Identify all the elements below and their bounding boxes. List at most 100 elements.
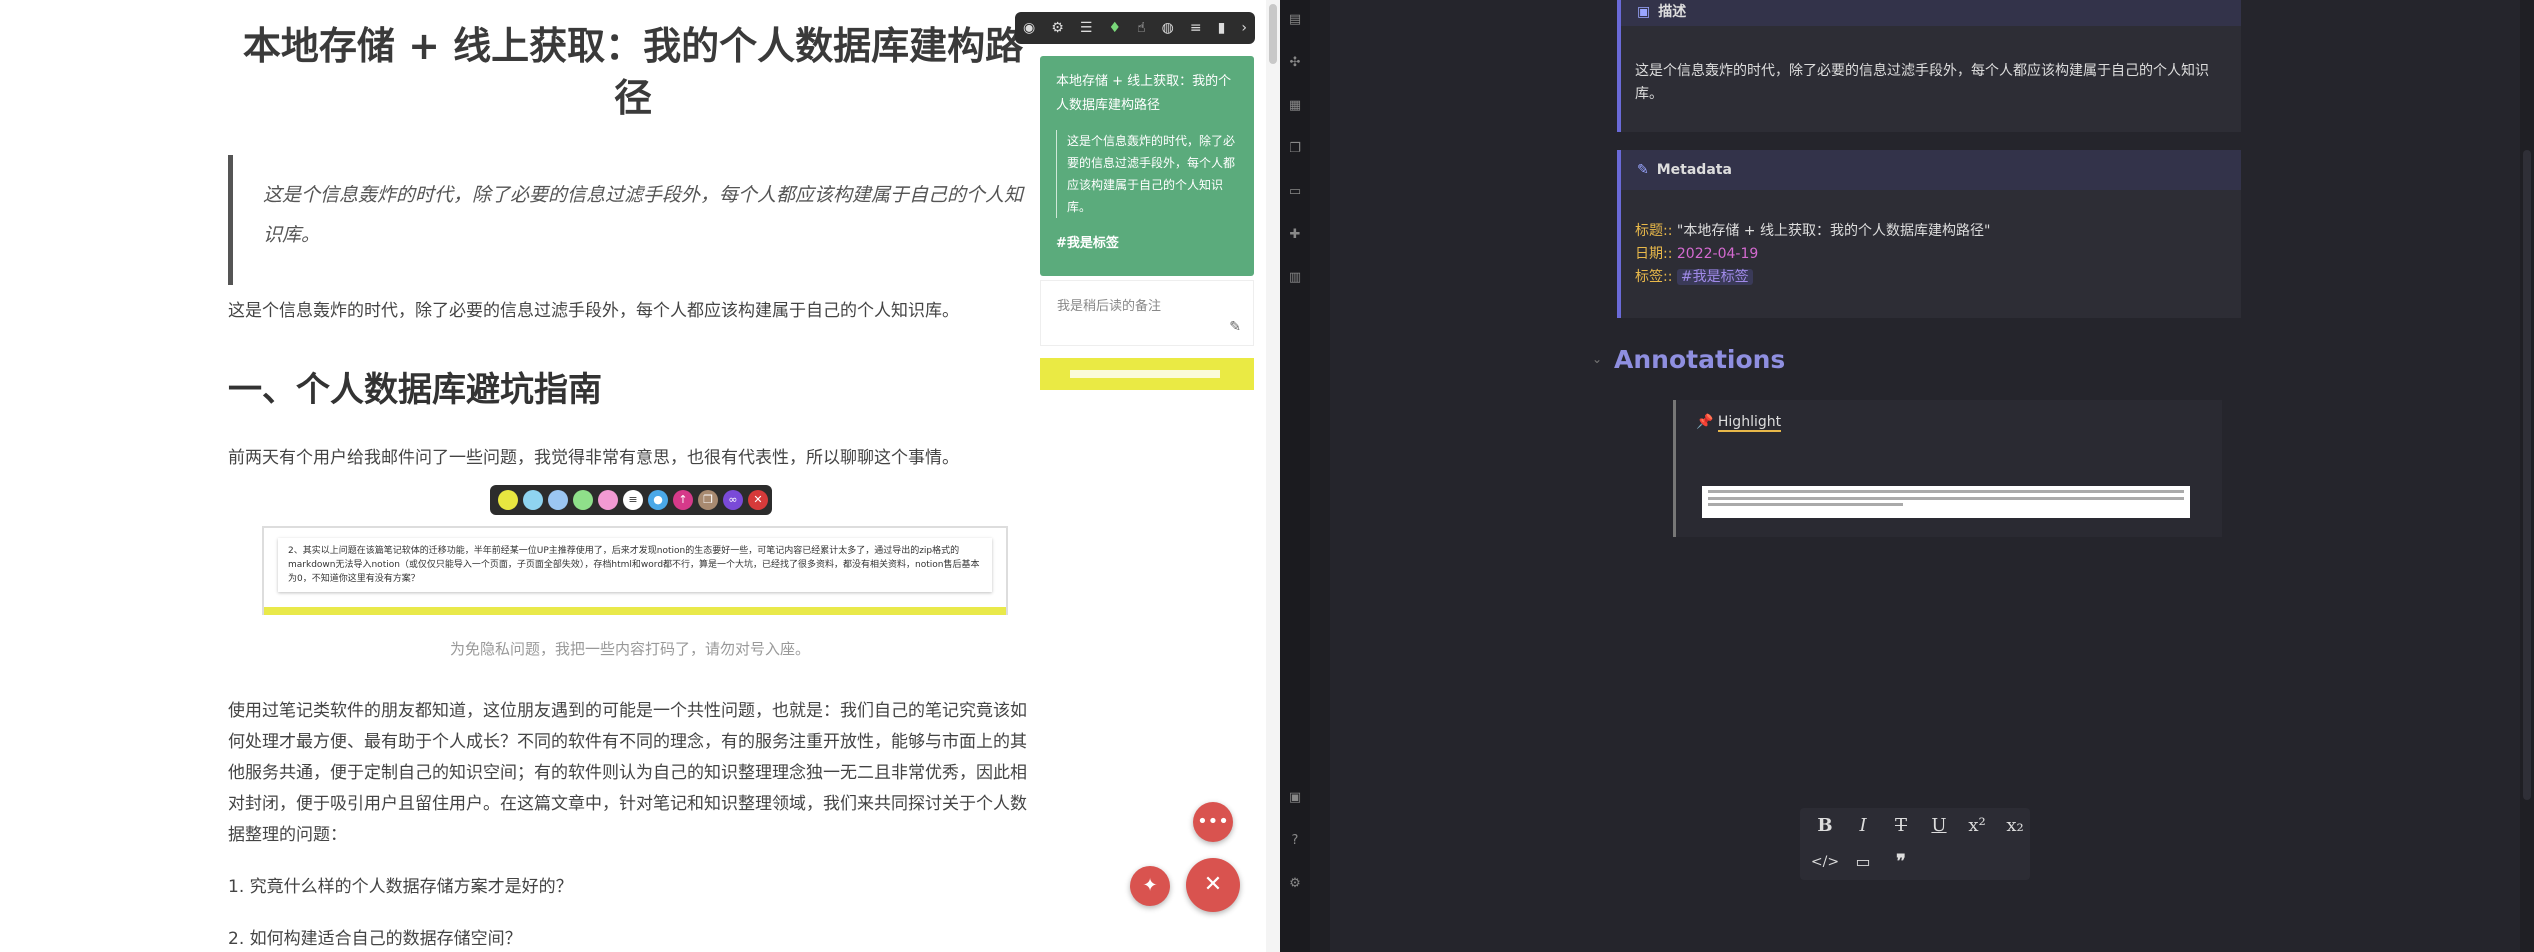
- image-line-3: [1708, 503, 1904, 506]
- list-item-1: 1. 究竟什么样的个人数据存储方案才是好的？: [228, 877, 573, 897]
- copy-icon[interactable]: ❐: [1287, 141, 1303, 157]
- meta-header: ✎ Metadata: [1621, 150, 2241, 190]
- paragraph-2: 使用过笔记类软件的朋友都知道，这位朋友遇到的可能是一个共性问题，也就是：我们自己…: [228, 701, 1027, 845]
- highlighter-icon[interactable]: ♦: [1108, 20, 1121, 36]
- lightbulb-button[interactable]: ✦: [1130, 866, 1170, 906]
- summary-card-quote: 这是个信息轰炸的时代，除了必要的信息过滤手段外，每个人都应该构建属于自己的个人知…: [1056, 130, 1238, 218]
- highlight-block: 📌 Highlight: [1673, 400, 2222, 537]
- stack-icon[interactable]: ▭: [1287, 184, 1303, 200]
- panel-icon[interactable]: ▣: [1287, 790, 1303, 806]
- note-card[interactable]: 我是稍后读的备注 ✎: [1040, 280, 1254, 346]
- hand-icon[interactable]: ☝: [1137, 20, 1146, 36]
- puzzle-icon[interactable]: ✚: [1287, 227, 1303, 243]
- graph-icon[interactable]: ✣: [1287, 55, 1303, 71]
- search-icon[interactable]: ●: [648, 490, 668, 510]
- circle-icon[interactable]: ◍: [1162, 20, 1174, 36]
- meta-header-label: Metadata: [1656, 162, 1732, 178]
- image-line-2: [1708, 497, 2184, 500]
- notes-pane: ▤ ✣ ▦ ❐ ▭ ✚ ▥ ▣ ? ⚙ ▣ 描述 这是个信息轰炸的时代，除了必要的…: [1280, 0, 2534, 952]
- scroll-thumb[interactable]: [1269, 4, 1277, 64]
- paragraph-1: 前两天有个用户给我邮件问了一些问题，我觉得非常有意思，也很有代表性，所以聊聊这个…: [228, 448, 959, 468]
- highlight-card-thumbnail: [1070, 370, 1220, 378]
- meta-date-value: 2022-04-19: [1676, 246, 1759, 262]
- article-quote: 这是个信息轰炸的时代，除了必要的信息过滤手段外，每个人都应该构建属于自己的个人知…: [228, 155, 1028, 285]
- intro-paragraph: 这是个信息轰炸的时代，除了必要的信息过滤手段外，每个人都应该构建属于自己的个人知…: [228, 301, 959, 321]
- list-item-2: 2. 如何构建适合自己的数据存储空间？: [228, 929, 522, 949]
- superscript-button[interactable]: x²: [1962, 812, 1992, 840]
- meta-date-line: 日期:: 2022-04-19: [1635, 243, 2227, 266]
- code-button[interactable]: </>: [1810, 848, 1840, 876]
- color-pink-button[interactable]: [598, 490, 618, 510]
- summary-card[interactable]: 本地存储 + 线上获取：我的个人数据库建构路径 这是个信息轰炸的时代，除了必要的…: [1040, 56, 1254, 276]
- meta-title-line: 标题:: "本地存储 + 线上获取：我的个人数据库建构路径": [1635, 220, 2227, 243]
- right-scrollbar[interactable]: [2520, 0, 2534, 952]
- image-caption: 为免隐私问题，我把一些内容打码了，请勿对号入座。: [449, 640, 810, 658]
- pin-icon: 📌: [1696, 414, 1714, 430]
- table-icon[interactable]: ▥: [1287, 270, 1303, 286]
- side-navigation: ▤ ✣ ▦ ❐ ▭ ✚ ▥ ▣ ? ⚙: [1280, 0, 1310, 952]
- ribbon-gap: [1310, 0, 1330, 952]
- embed-button[interactable]: ▭: [1848, 848, 1878, 876]
- left-scrollbar[interactable]: [1266, 0, 1280, 952]
- meta-tag-key: 标签::: [1635, 269, 1673, 285]
- meta-title-value: "本地存储 + 线上获取：我的个人数据库建构路径": [1676, 223, 1991, 239]
- summary-card-tag: #我是标签: [1056, 236, 1119, 251]
- meta-tag-value[interactable]: #我是标签: [1676, 269, 1753, 285]
- highlight-color-toolbar: ≡ ● ↑ ❐ ∞ ✕: [490, 485, 772, 515]
- meta-tag-line: 标签:: #我是标签: [1635, 266, 2227, 289]
- highlight-image: [1702, 486, 2190, 518]
- format-toolbar: B I T U x² x₂ </> ▭ ❞: [1800, 808, 2030, 880]
- eye-icon[interactable]: ◉: [1023, 20, 1035, 36]
- highlight-label[interactable]: Highlight: [1717, 414, 1782, 432]
- settings-icon[interactable]: ⚙: [1287, 876, 1303, 892]
- highlight-card[interactable]: [1040, 358, 1254, 390]
- close-button[interactable]: ✕: [1186, 858, 1240, 912]
- note-icon[interactable]: ≡: [623, 490, 643, 510]
- note-text: 我是稍后读的备注: [1057, 299, 1162, 314]
- list-icon[interactable]: ☰: [1080, 20, 1093, 36]
- bold-button[interactable]: B: [1810, 812, 1840, 840]
- image-text: 2、其实以上问题在该篇笔记软体的迁移功能，半年前经某一位UP主推荐使用了，后来才…: [278, 538, 992, 592]
- reader-toolbar: ◉ ⚙ ☰ ♦ ☝ ◍ ≡ ▮ ›: [1015, 12, 1255, 44]
- align-icon[interactable]: ≡: [1190, 20, 1202, 36]
- file-icon[interactable]: ▤: [1287, 12, 1303, 28]
- desc-header: ▣ 描述: [1621, 0, 2241, 26]
- screenshot-image: 2、其实以上问题在该篇笔记软体的迁移功能，半年前经某一位UP主推荐使用了，后来才…: [262, 526, 1008, 615]
- clipboard-icon: ▣: [1637, 4, 1651, 20]
- italic-button[interactable]: I: [1848, 812, 1878, 840]
- share-icon[interactable]: ↑: [673, 490, 693, 510]
- collapse-chevron-icon[interactable]: ⌄: [1592, 352, 1602, 366]
- article-title: 本地存储 + 线上获取：我的个人数据库建构路径: [242, 24, 1024, 120]
- help-icon[interactable]: ?: [1287, 833, 1303, 849]
- color-green-button[interactable]: [573, 490, 593, 510]
- chevron-right-icon[interactable]: ›: [1241, 20, 1247, 36]
- more-button[interactable]: •••: [1193, 802, 1233, 842]
- gear-icon[interactable]: ⚙: [1051, 20, 1064, 36]
- underline-button[interactable]: U: [1924, 812, 1954, 840]
- color-lightblue-button[interactable]: [523, 490, 543, 510]
- meta-title-key: 标题::: [1635, 223, 1673, 239]
- desc-header-label: 描述: [1658, 4, 1687, 20]
- copy-icon[interactable]: ❐: [698, 490, 718, 510]
- delete-icon[interactable]: ✕: [748, 490, 768, 510]
- meta-date-key: 日期::: [1635, 246, 1673, 262]
- pencil-icon[interactable]: ✎: [1229, 319, 1241, 335]
- section-heading: 一、个人数据库避坑指南: [228, 370, 602, 410]
- reader-pane: 本地存储 + 线上获取：我的个人数据库建构路径 这是个信息轰炸的时代，除了必要的…: [0, 0, 1280, 952]
- image-highlight-bar: [264, 607, 1006, 615]
- color-blue-button[interactable]: [548, 490, 568, 510]
- right-scroll-thumb[interactable]: [2523, 150, 2531, 800]
- link-icon[interactable]: ∞: [723, 490, 743, 510]
- subscript-button[interactable]: x₂: [2000, 812, 2030, 840]
- annotations-heading: Annotations: [1614, 345, 1786, 374]
- desc-body: 这是个信息轰炸的时代，除了必要的信息过滤手段外，每个人都应该构建属于自己的个人知…: [1621, 26, 2241, 132]
- calendar-icon[interactable]: ▦: [1287, 98, 1303, 114]
- color-yellow-button[interactable]: [498, 490, 518, 510]
- meta-body: 标题:: "本地存储 + 线上获取：我的个人数据库建构路径" 日期:: 2022…: [1621, 190, 2241, 318]
- summary-card-title: 本地存储 + 线上获取：我的个人数据库建构路径: [1056, 74, 1232, 113]
- quote-button[interactable]: ❞: [1886, 848, 1916, 876]
- trash-icon[interactable]: ▮: [1218, 20, 1226, 36]
- strikethrough-button[interactable]: T: [1886, 812, 1916, 840]
- highlight-label-row: 📌 Highlight: [1696, 414, 1782, 432]
- pencil-icon: ✎: [1637, 162, 1649, 178]
